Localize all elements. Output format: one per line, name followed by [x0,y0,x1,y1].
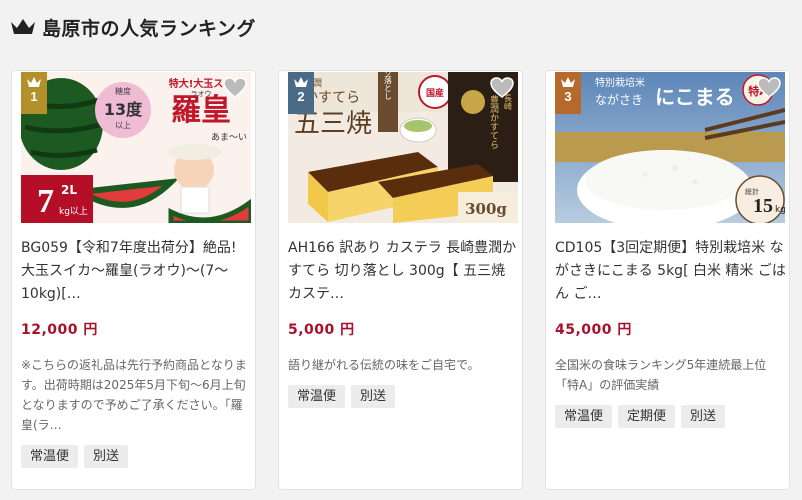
rank-number: 2 [297,89,305,104]
tag-shipping-separate: 別送 [84,445,129,468]
image-brand: にこまる [655,85,735,109]
rank-badge: 3 [555,72,581,114]
tag-list: 常温便 別送 [288,385,396,408]
product-image[interactable]: 糖度 13度 以上 特大!大玉スイカ 羅皇 ラオウ あま～い 7 2L kg以上 [21,72,251,223]
favorite-heart-icon[interactable] [757,77,781,99]
image-sugar: 13度 [104,100,143,119]
tag-shipping-separate: 別送 [681,405,726,428]
crown-icon [561,77,575,87]
ranking-card-1[interactable]: 1 糖度 13度 以上 特大!大玉スイカ 羅皇 ラオウ あま～い 7 2L kg… [11,70,256,490]
tag-shipping-separate: 別送 [351,385,396,408]
image-region: ながさき [595,92,643,107]
image-package: 豊潤かすてら [488,94,499,149]
tag-shipping: 常温便 [555,405,613,428]
tag-list: 常温便 別送 [21,445,129,468]
product-price: 12,000 円 [21,322,98,338]
image-weight-unit: kg以上 [59,206,88,217]
product-description: ※こちらの返礼品は先行予約商品となります。出荷時期は2025年5月下旬～6月上旬… [21,358,247,432]
page-title: 島原市の人気ランキング [42,17,256,40]
product-name[interactable]: BG059【令和7年度出荷分】絶品! 大玉スイカ～羅皇(ラオウ)～(7～10kg… [21,237,253,306]
product-image[interactable]: 豊潤 かすてら 五三焼 切り落とし 国産 豊潤かすてら 長崎 3 [288,72,518,223]
tag-list: 常温便 定期便 別送 [555,405,726,428]
image-weight-main: 7 [37,183,54,220]
rank-badge: 2 [288,72,314,114]
product-image[interactable]: 特別栽培米 ながさき にこまる 特A 総計 15 kg [555,72,785,223]
tag-shipping: 常温便 [288,385,346,408]
favorite-heart-icon[interactable] [223,77,247,99]
image-weight-sub: 2L [61,183,77,197]
tag-subscription: 定期便 [618,405,676,428]
product-description: 全国米の食味ランキング5年連続最上位「特A」の評価実績 [555,358,767,392]
favorite-heart-icon[interactable] [490,77,514,99]
image-tagline: あま～い [211,132,247,143]
ranking-card-2[interactable]: 2 豊潤 かすてら 五三焼 切り落とし 国産 豊潤かすてら 長崎 [278,70,523,490]
rank-number: 3 [564,89,572,104]
product-name[interactable]: AH166 訳あり カステラ 長崎豊潤かすてら 切り落とし 300g【 五三焼 … [288,237,520,306]
image-reading: ラオウ [191,90,212,98]
image-brand: 羅皇 [171,93,231,128]
image-weight: 15 [753,195,773,217]
product-price: 5,000 円 [288,322,355,338]
image-banner: 特別栽培米 [595,76,645,89]
rank-number: 1 [30,89,38,104]
crown-icon [27,77,41,87]
image-weight: 300g [465,200,507,218]
product-name[interactable]: CD105【3回定期便】特別栽培米 ながさきにこまる 5kg[ 白米 精米 ごは… [555,237,787,306]
image-sugar-suffix: 以上 [115,121,131,130]
section-header: 島原市の人気ランキング [10,12,256,42]
image-sugar-label: 糖度 [115,86,131,96]
crown-icon [11,19,35,34]
image-unit: kg [775,205,785,215]
product-description: 語り継がれる伝統の味をご自宅で。 [288,358,480,372]
crown-icon [294,77,308,87]
image-ribbon: 切り落とし [384,72,393,100]
product-price: 45,000 円 [555,322,632,338]
tag-shipping: 常温便 [21,445,79,468]
image-seal: 国産 [426,87,444,99]
rank-badge: 1 [21,72,47,114]
ranking-card-3[interactable]: 3 特別栽培米 ながさき にこまる 特A 総計 15 kg CD105【3回定期… [545,70,790,490]
